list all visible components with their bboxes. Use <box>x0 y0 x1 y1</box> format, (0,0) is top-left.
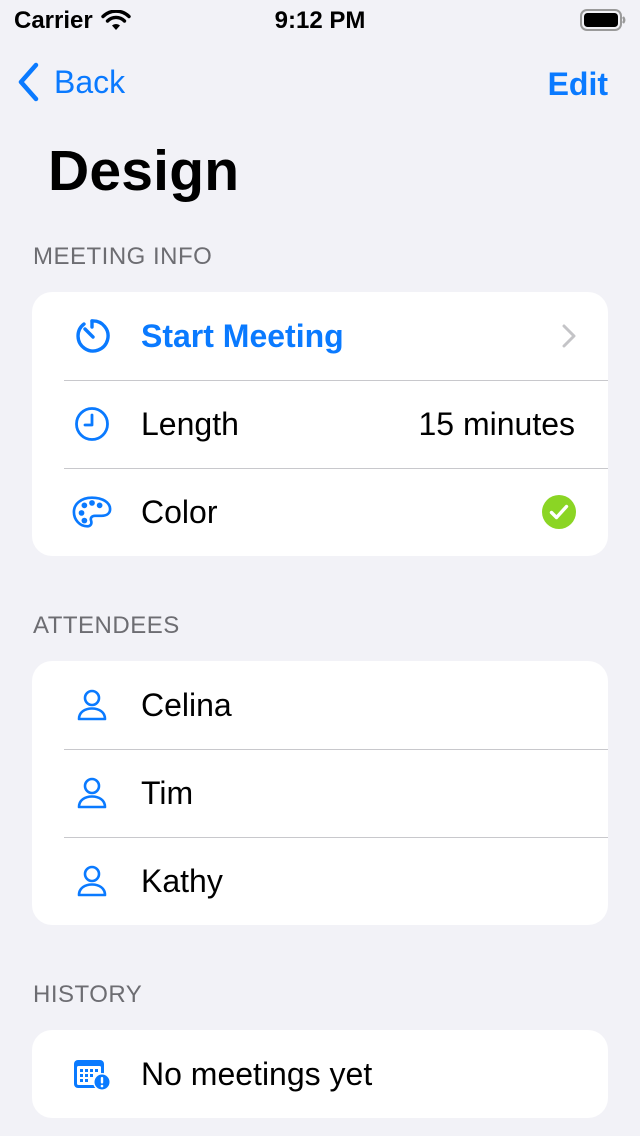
attendee-name: Celina <box>141 686 232 723</box>
page-title: Design <box>48 139 240 203</box>
chevron-left-icon <box>18 62 39 102</box>
screen: Carrier 9:12 PM Back Edit Design MEETING… <box>0 0 640 1136</box>
checkmark-circle-icon <box>542 495 576 529</box>
chevron-right-icon <box>562 324 576 348</box>
section-header-meeting-info: MEETING INFO <box>33 243 213 270</box>
attendee-row[interactable]: Kathy <box>32 837 608 925</box>
status-bar: Carrier 9:12 PM <box>0 0 640 40</box>
section-header-attendees: ATTENDEES <box>33 612 180 639</box>
person-icon <box>72 773 112 813</box>
attendee-name: Tim <box>141 774 194 811</box>
length-label: Length <box>141 405 239 442</box>
back-button[interactable]: Back <box>16 62 125 102</box>
attendee-row[interactable]: Tim <box>32 749 608 837</box>
back-button-label: Back <box>54 63 126 100</box>
color-label: Color <box>141 493 218 530</box>
calendar-alert-icon <box>72 1054 112 1094</box>
person-icon <box>72 685 112 725</box>
history-empty-row: No meetings yet <box>32 1030 608 1118</box>
attendee-name: Kathy <box>141 862 223 899</box>
timer-icon <box>72 316 112 356</box>
edit-button[interactable]: Edit <box>548 66 608 103</box>
history-empty-label: No meetings yet <box>141 1055 373 1092</box>
start-meeting-label: Start Meeting <box>141 317 344 354</box>
clock-icon <box>72 404 112 444</box>
status-time: 9:12 PM <box>274 7 366 34</box>
section-header-history: HISTORY <box>33 981 143 1008</box>
battery-icon <box>580 9 626 31</box>
start-meeting-row[interactable]: Start Meeting <box>32 292 608 380</box>
palette-icon <box>72 492 112 532</box>
color-row[interactable]: Color <box>32 468 608 556</box>
history-card: No meetings yet <box>32 1030 608 1118</box>
person-icon <box>72 861 112 901</box>
attendee-row[interactable]: Celina <box>32 661 608 749</box>
length-row[interactable]: Length 15 minutes <box>32 380 608 468</box>
navigation-bar: Back Edit <box>0 58 640 112</box>
length-value: 15 minutes <box>418 405 575 442</box>
meeting-info-card: Start Meeting Length 15 minutes Color <box>32 292 608 556</box>
attendees-card: Celina Tim Kathy <box>32 661 608 925</box>
